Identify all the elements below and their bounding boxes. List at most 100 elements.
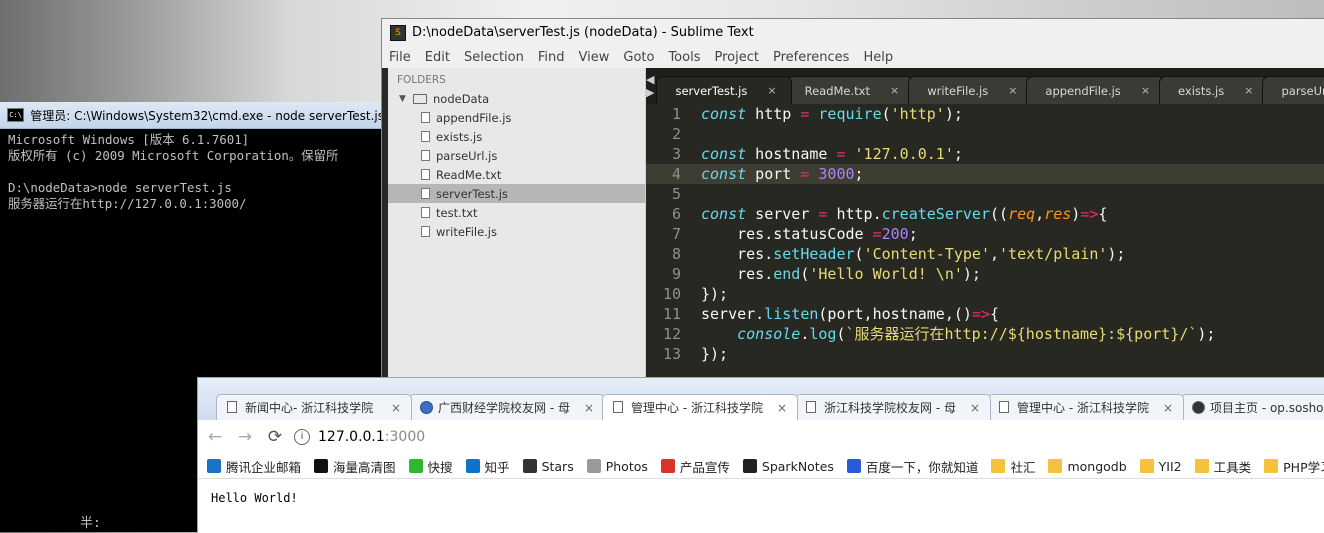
close-icon[interactable]: ×	[584, 401, 594, 415]
bookmark-item[interactable]: 腾讯企业邮箱	[207, 457, 301, 476]
bookmark-label: 社汇	[1010, 459, 1036, 475]
code-token: '127.0.0.1'	[854, 145, 954, 163]
tab-nav-arrows-icon[interactable]: ◀ ▶	[646, 73, 656, 99]
browser-tab[interactable]: 新闻中心- 浙江科技学院 ×	[216, 394, 412, 420]
console-line: D:\nodeData>node serverTest.js	[8, 180, 232, 195]
sublime-titlebar[interactable]: S D:\nodeData\serverTest.js (nodeData) -…	[382, 19, 1324, 46]
editor-tab[interactable]: serverTest.js ×	[656, 76, 792, 104]
sidebar-file[interactable]: appendFile.js	[388, 108, 645, 127]
bookmark-item[interactable]: 工具类	[1194, 457, 1251, 476]
editor-tab[interactable]: ReadMe.txt ×	[785, 76, 915, 104]
browser-tab[interactable]: 广西财经学院校友网 - 母 ×	[409, 394, 605, 420]
menu-item-find[interactable]: Find	[531, 50, 572, 65]
bookmark-item[interactable]: 海量高清图	[314, 457, 396, 476]
editor-tab[interactable]: writeFile.js ×	[908, 76, 1033, 104]
close-icon[interactable]: ×	[970, 401, 980, 415]
code-token: (	[854, 245, 864, 263]
sidebar-file-label: appendFile.js	[436, 110, 512, 125]
editor-tab[interactable]: exists.js ×	[1159, 76, 1269, 104]
forward-icon[interactable]: →	[232, 427, 258, 447]
code-text: res.statusCode =200;	[701, 224, 918, 244]
code-token: ;	[953, 145, 963, 163]
menu-item-view[interactable]: View	[572, 50, 617, 65]
folder-nodeData[interactable]: ▼ nodeData	[388, 89, 645, 108]
menu-item-project[interactable]: Project	[707, 50, 765, 65]
menu-item-preferences[interactable]: Preferences	[766, 50, 856, 65]
info-icon[interactable]: i	[294, 429, 310, 445]
chrome-window[interactable]: 新闻中心- 浙江科技学院 × 广西财经学院校友网 - 母 × 管理中心 - 浙江科技学院…	[197, 377, 1324, 533]
bookmark-label: 海量高清图	[333, 459, 396, 475]
menu-item-selection[interactable]: Selection	[457, 50, 531, 65]
code-line: 1 const http = require('http');	[646, 104, 1324, 124]
bookmark-item[interactable]: mongodb	[1048, 458, 1127, 474]
cmd-console[interactable]: Microsoft Windows [版本 6.1.7601] 版权所有 (c) …	[0, 129, 384, 215]
sublime-window[interactable]: S D:\nodeData\serverTest.js (nodeData) -…	[381, 18, 1324, 379]
sidebar-file[interactable]: parseUrl.js	[388, 146, 645, 165]
code-token: (port,hostname,()	[818, 305, 972, 323]
close-icon[interactable]: ×	[1163, 401, 1173, 415]
menu-item-tools[interactable]: Tools	[661, 50, 707, 65]
code-text: server.listen(port,hostname,()=>{	[701, 304, 999, 324]
bookmark-item[interactable]: SparkNotes	[742, 459, 834, 474]
sidebar-file[interactable]: ReadMe.txt	[388, 165, 645, 184]
sublime-menubar: File Edit Selection Find View Goto Tools Projec…	[382, 46, 1324, 68]
close-icon[interactable]: ×	[391, 401, 401, 415]
code-line: 12 console.log(`服务器运行在http://${hostname}…	[646, 324, 1324, 344]
bookmark-item[interactable]: 知乎	[465, 457, 510, 476]
menu-item-goto[interactable]: Goto	[616, 50, 661, 65]
sidebar-file[interactable]: writeFile.js	[388, 222, 645, 241]
bookmark-item[interactable]: 快搜	[408, 457, 453, 476]
code-token: 200	[881, 225, 909, 243]
browser-tab[interactable]: 管理中心 - 浙江科技学院 ×	[602, 394, 798, 420]
qq-icon	[207, 459, 221, 473]
globe-icon	[420, 401, 433, 414]
github-icon	[522, 459, 537, 473]
bookmark-item[interactable]: 产品宣传	[660, 457, 730, 476]
sublime-icon: S	[390, 24, 406, 41]
close-icon[interactable]: ×	[1008, 84, 1017, 97]
close-icon[interactable]: ×	[890, 84, 899, 97]
sidebar-file-list: appendFile.js exists.js parseUrl.js ReadMe.…	[388, 108, 645, 241]
code-token: );	[944, 105, 963, 123]
cmd-titlebar[interactable]: C:\ 管理员: C:\Windows\System32\cmd.exe - n…	[0, 102, 384, 129]
browser-tab-label: 项目主页 - op.sosho	[1210, 401, 1324, 415]
code-text: });	[701, 284, 728, 304]
sidebar-file[interactable]: test.txt	[388, 203, 645, 222]
bookmark-item[interactable]: PHP学习	[1264, 457, 1324, 476]
bookmark-item[interactable]: YII2	[1139, 459, 1182, 474]
line-number: 5	[671, 185, 681, 203]
editor-tab[interactable]: appendFile.js ×	[1026, 76, 1166, 104]
browser-tab[interactable]: 浙江科技学院校友网 - 母 ×	[795, 394, 991, 420]
close-icon[interactable]: ×	[1141, 84, 1150, 97]
menu-item-file[interactable]: File	[382, 50, 418, 65]
back-icon[interactable]: ←	[202, 427, 228, 447]
code-token: res.	[701, 265, 774, 283]
bookmark-item[interactable]: Photos	[586, 459, 648, 474]
github-icon	[1192, 401, 1205, 414]
close-icon[interactable]: ×	[1244, 84, 1253, 97]
bookmark-item[interactable]: 社汇	[991, 457, 1035, 476]
browser-tab[interactable]: 项目主页 - op.sosho	[1181, 394, 1324, 420]
reload-icon[interactable]: ⟳	[262, 427, 288, 447]
sidebar-file[interactable]: exists.js	[388, 127, 645, 146]
line-number: 4	[671, 165, 681, 183]
close-icon[interactable]: ×	[777, 401, 787, 415]
photos-icon	[586, 459, 601, 473]
sidebar-file[interactable]: serverTest.js	[388, 184, 645, 203]
caret-down-icon: ▼	[399, 93, 406, 104]
browser-tab[interactable]: 管理中心 - 浙江科技学院 ×	[988, 394, 1184, 420]
code-line: 13});	[646, 344, 1324, 364]
line-number: 7	[671, 225, 681, 243]
bookmark-label: mongodb	[1067, 458, 1127, 474]
code-editor[interactable]: 1 const http = require('http'); 2 3 const ho…	[646, 104, 1324, 379]
bookmark-item[interactable]: Stars	[522, 459, 574, 474]
bookmark-item[interactable]: 百度一下，你就知道	[846, 457, 978, 476]
close-icon[interactable]: ×	[767, 84, 776, 97]
address-bar[interactable]: i 127.0.0.1:3000	[294, 424, 1324, 450]
editor-tab[interactable]: parseUrl.js×	[1262, 76, 1324, 104]
sublime-sidebar: FOLDERS ▼ nodeData appendFile.js exists.j…	[388, 68, 646, 379]
code-text: res.end('Hello World! \n');	[701, 264, 981, 284]
menu-item-help[interactable]: Help	[856, 50, 900, 65]
menu-item-edit[interactable]: Edit	[418, 50, 457, 65]
